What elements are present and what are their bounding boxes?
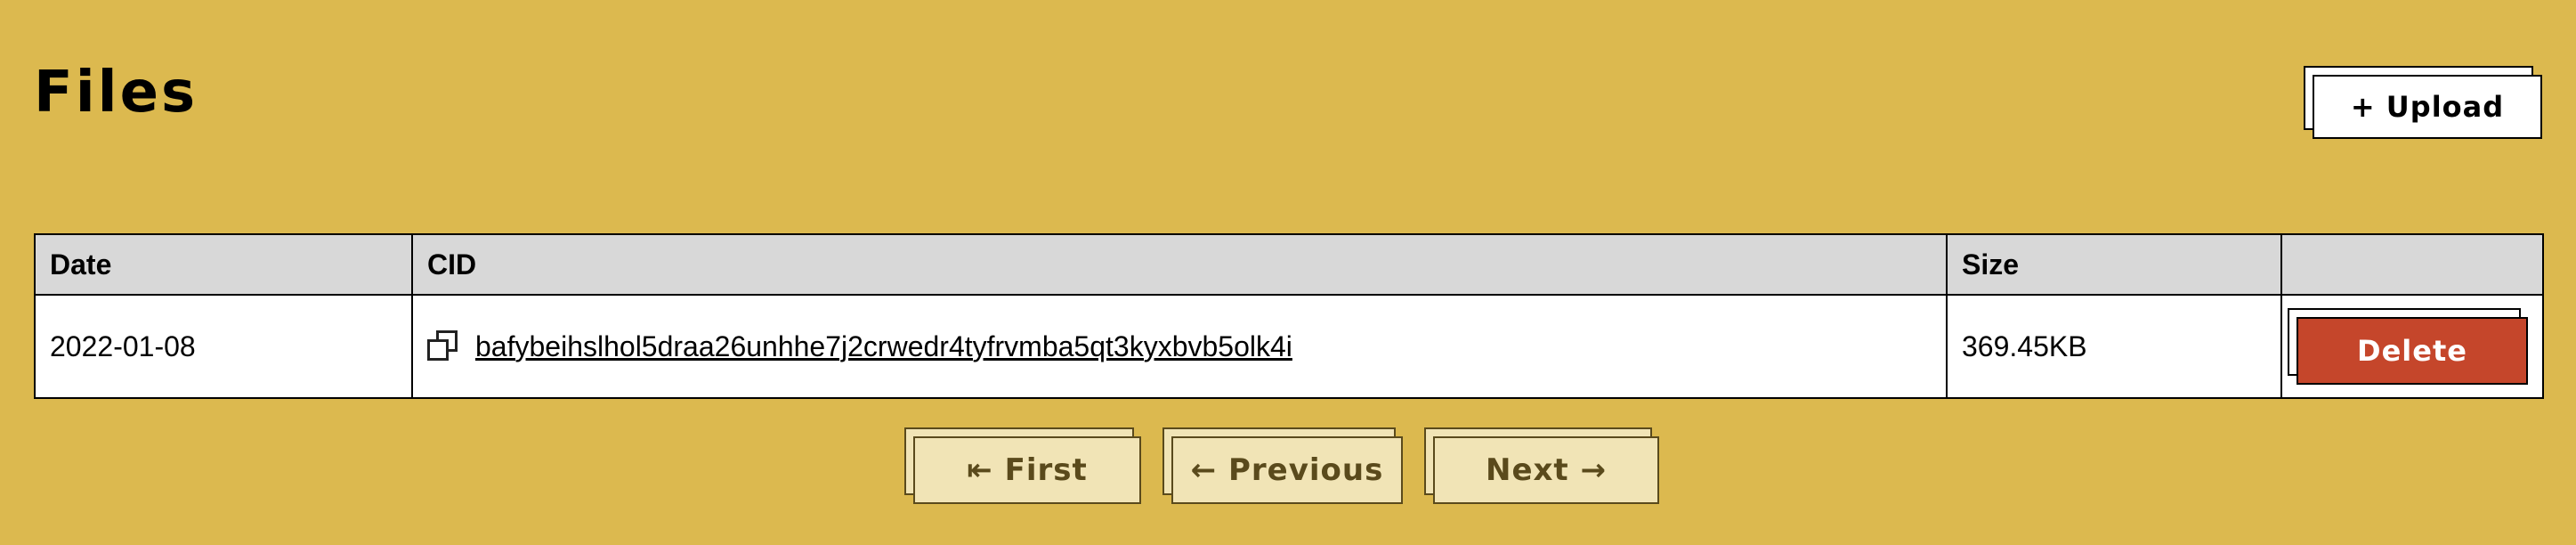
first-page-button-label[interactable]: ⇤ First [913,436,1141,504]
upload-button-label[interactable]: + Upload [2313,75,2542,139]
files-table: Date CID Size 2022-01-08 bafybeihslhol5d… [34,233,2544,399]
next-page-button-label[interactable]: Next → [1433,436,1659,504]
table-row: 2022-01-08 bafybeihslhol5draa26unhhe7j2c… [34,294,2544,399]
file-cid-link[interactable]: bafybeihslhol5draa26unhhe7j2crwedr4tyfrv… [475,330,1292,363]
copy-icon[interactable] [427,330,459,362]
column-header-action [2280,233,2544,296]
column-header-date: Date [34,233,413,296]
column-header-cid: CID [411,233,1948,296]
file-cid-cell: bafybeihslhol5draa26unhhe7j2crwedr4tyfrv… [411,294,1948,399]
first-page-button[interactable]: ⇤ First [904,427,1141,504]
table-header-row: Date CID Size [34,233,2544,296]
previous-page-button-label[interactable]: ← Previous [1171,436,1403,504]
page-title: Files [34,60,198,126]
previous-page-button[interactable]: ← Previous [1162,427,1403,504]
next-page-button[interactable]: Next → [1424,427,1659,504]
delete-button-label[interactable]: Delete [2297,317,2528,385]
delete-button[interactable]: Delete [2288,308,2528,385]
file-size: 369.45KB [1946,294,2282,399]
file-action-cell: Delete [2280,294,2544,399]
file-date: 2022-01-08 [34,294,413,399]
column-header-size: Size [1946,233,2282,296]
upload-button[interactable]: + Upload [2304,66,2542,139]
